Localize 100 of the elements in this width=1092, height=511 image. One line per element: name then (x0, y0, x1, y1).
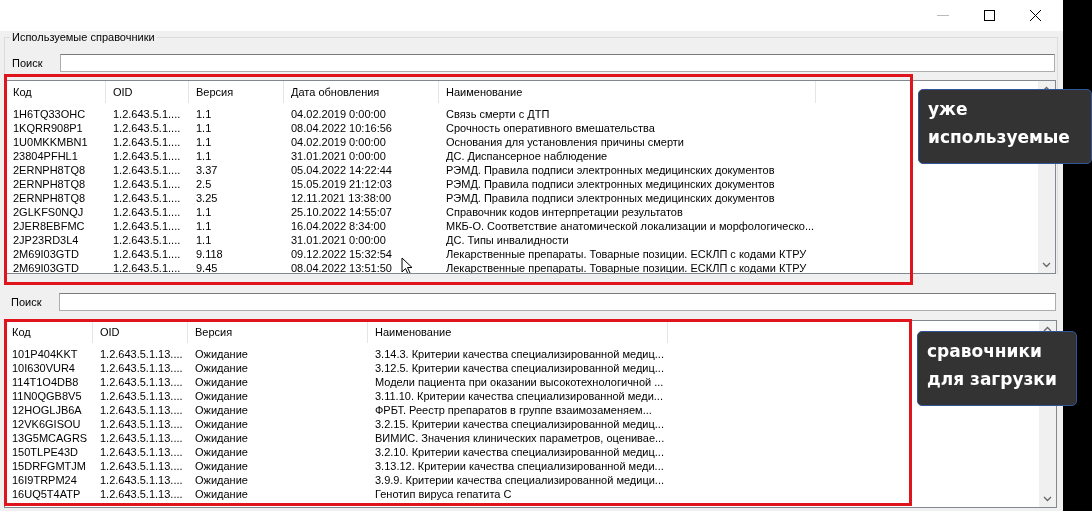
table-cell-text: 04.02.2019 0:00:00 (290, 107, 386, 121)
table-cell-text: 3.11.10. Критерии качества специализированной меди... (374, 389, 663, 403)
table-cell-text: 1.2.643.5.1.... (112, 247, 181, 261)
table-cell-text: 1.1 (195, 219, 212, 233)
table-cell-text: 1.2.643.5.1.13.... (99, 375, 183, 389)
table-cell-text: 2.5 (195, 177, 212, 191)
table-cell-text: Модели пациента при оказании высокотехнологичной ... (374, 375, 664, 389)
table-cell-text: 15.05.2019 21:12:03 (290, 177, 392, 191)
table-cell-text: ДС. Типы инвалидности (445, 233, 569, 247)
table-cell-text: 3.13.12. Критерии качества специализированной меди... (374, 459, 664, 473)
table-cell-text: 12VK6GISOU (11, 417, 81, 431)
table-cell-text: 114T1O4DB8 (11, 375, 79, 389)
table-cell-text: Ожидание (194, 473, 248, 487)
table-cell-text: 9.118 (195, 247, 223, 261)
table-cell-text: 1H6TQ33OHC (12, 107, 86, 121)
annotation-callout: уже используемые (918, 89, 1092, 164)
table-cell-text: 2ERNPH8TQ8 (12, 177, 86, 191)
table-cell-text: Ожидание (194, 417, 248, 431)
column-header[interactable]: Дата обновления (284, 81, 439, 103)
table-cell-text: РЭМД. Правила подписи электронных медицинских документов (445, 177, 775, 191)
table-cell-text: Ожидание (194, 459, 248, 473)
table-cell-text: 16I9TRPM24 (11, 473, 77, 487)
table-cell-text: 1.1 (195, 107, 212, 121)
table-cell-text: 1.2.643.5.1.... (112, 135, 181, 149)
column-header[interactable]: Версия (188, 321, 368, 343)
table-cell-text: 3.9.9. Критерии качества специализированной медици... (374, 473, 664, 487)
table-cell-text: ДС. Диспансерное наблюдение (445, 149, 608, 163)
table-cell-text: 15DRFGMTJM (11, 459, 86, 473)
table-cell-text: Ожидание (194, 361, 248, 375)
table-cell-text: 1.2.643.5.1.... (112, 107, 181, 121)
table-cell-text: 1.2.643.5.1.... (112, 261, 181, 273)
table-cell-text: 1.2.643.5.1.... (112, 149, 181, 163)
table-cell-text: 1.2.643.5.1.... (112, 191, 181, 205)
table-cell-text: 3.2.10. Критерии качества специализированной медиц... (374, 445, 664, 459)
table-cell-text: Ожидание (194, 445, 248, 459)
column-header[interactable]: OID (93, 321, 188, 343)
table-cell-text: 1.2.643.5.1.13.... (99, 417, 183, 431)
table-cell-text: 16.04.2022 8:34:00 (290, 219, 386, 233)
table-cell-text: 1.2.643.5.1.13.... (99, 403, 183, 417)
table-cell-text: 9.45 (195, 261, 218, 273)
search-field[interactable] (59, 293, 1056, 311)
table-cell-text: 2JER8EBFMC (12, 219, 85, 233)
table-cell-text: 1.2.643.5.1.13.... (99, 347, 183, 361)
column-header[interactable]: Версия (189, 81, 284, 103)
table-cell-text: Ожидание (194, 347, 248, 361)
column-header[interactable]: Наименование (439, 81, 816, 103)
table-cell-text: 1.2.643.5.1.13.... (99, 389, 183, 403)
group-title: Используемые справочники (10, 31, 157, 43)
table-cell-text: 3.25 (195, 191, 218, 205)
table-cell-text: 2JP23RD3L4 (12, 233, 79, 247)
column-header[interactable]: Наименование (368, 321, 668, 343)
column-header[interactable]: OID (106, 81, 189, 103)
table-cell-text: 3.12.5. Критерии качества специализированной медиц... (374, 361, 664, 375)
table-cell-text: 12HOGLJB6A (11, 403, 82, 417)
table-cell-text: 1.1 (195, 233, 212, 247)
table-cell-text: Лекарственные препараты. Товарные позиции. ЕСКЛП с кодами КТРУ (445, 247, 807, 261)
table-cell-text: 1.2.643.5.1.13.... (99, 361, 183, 375)
table-cell-text: ВИМИС. Значения клинических параметров, оценивае... (374, 431, 665, 445)
table-cell-text: 3.2.15. Критерии качества специализированной медиц... (374, 417, 664, 431)
column-header[interactable]: Код (6, 81, 106, 103)
table-cell-text: Основания для установления причины смерти (445, 135, 684, 149)
table-cell-text: 1.2.643.5.1.... (112, 233, 181, 247)
table-cell-text: 08.04.2022 13:51:50 (290, 261, 392, 273)
table-cell-text: 13G5MCAGRS (11, 431, 88, 445)
table-cell-text: 1KQRR908P1 (12, 121, 83, 135)
table-cell-text: 05.04.2022 14:22:44 (290, 163, 392, 177)
column-header[interactable]: Код (5, 321, 93, 343)
search-field[interactable] (60, 54, 1055, 72)
close-icon[interactable] (1030, 10, 1041, 21)
table-cell-text: Срочность оперативного вмешательства (445, 121, 655, 135)
table-cell-text: 25.10.2022 14:55:07 (290, 205, 392, 219)
table-cell-text: 2M69I03GTD (12, 247, 80, 261)
table-cell-text: 1.2.643.5.1.... (112, 163, 181, 177)
table-cell-text: 2M69I03GTD (12, 261, 80, 273)
table-cell-text: 1.1 (195, 205, 212, 219)
annotation-callout: сравочники для загрузки (917, 331, 1077, 406)
table-cell-text: 1.1 (195, 135, 212, 149)
table-cell-text: Ожидание (194, 431, 248, 445)
maximize-icon[interactable] (984, 10, 995, 21)
table-cell-text: Справочник кодов интерпретации результатов (445, 205, 683, 219)
scroll-down-icon[interactable] (1042, 262, 1051, 268)
table-cell-text: 1.1 (195, 149, 212, 163)
table-cell-text: МКБ-О. Соответствие анатомической локализации и морфологическо... (445, 219, 815, 233)
table-cell-text: Ожидание (194, 389, 248, 403)
table-cell-text: 3.14.3. Критерии качества специализированной медиц... (374, 347, 664, 361)
table-cell-text: 150TLPE43D (11, 445, 79, 459)
table-cell-text: ФРБТ. Реестр препаратов в группе взаимозаменяем... (374, 403, 652, 417)
table-cell-text: 31.01.2021 0:00:00 (290, 149, 386, 163)
table-cell-text: 1.2.643.5.1.... (112, 219, 181, 233)
table-cell-text: 101P404KKT (11, 347, 78, 361)
table-cell-text: Связь смерти с ДТП (445, 107, 550, 121)
table-cell-text: 11N0QGB8V5 (11, 389, 82, 403)
table-cell-text: 1.2.643.5.1.13.... (99, 487, 183, 501)
scroll-down-icon[interactable] (1043, 496, 1052, 502)
table-cell-text: 1.2.643.5.1.13.... (99, 459, 183, 473)
table-cell-text: РЭМД. Правила подписи электронных медицинских документов (445, 191, 775, 205)
table-cell-text: Генотип вируса гепатита С (374, 487, 512, 501)
table-cell-text: 1.2.643.5.1.13.... (99, 473, 183, 487)
table-cell-text: 1.2.643.5.1.... (112, 121, 181, 135)
table-cell-text: 1.2.643.5.1.... (112, 205, 181, 219)
